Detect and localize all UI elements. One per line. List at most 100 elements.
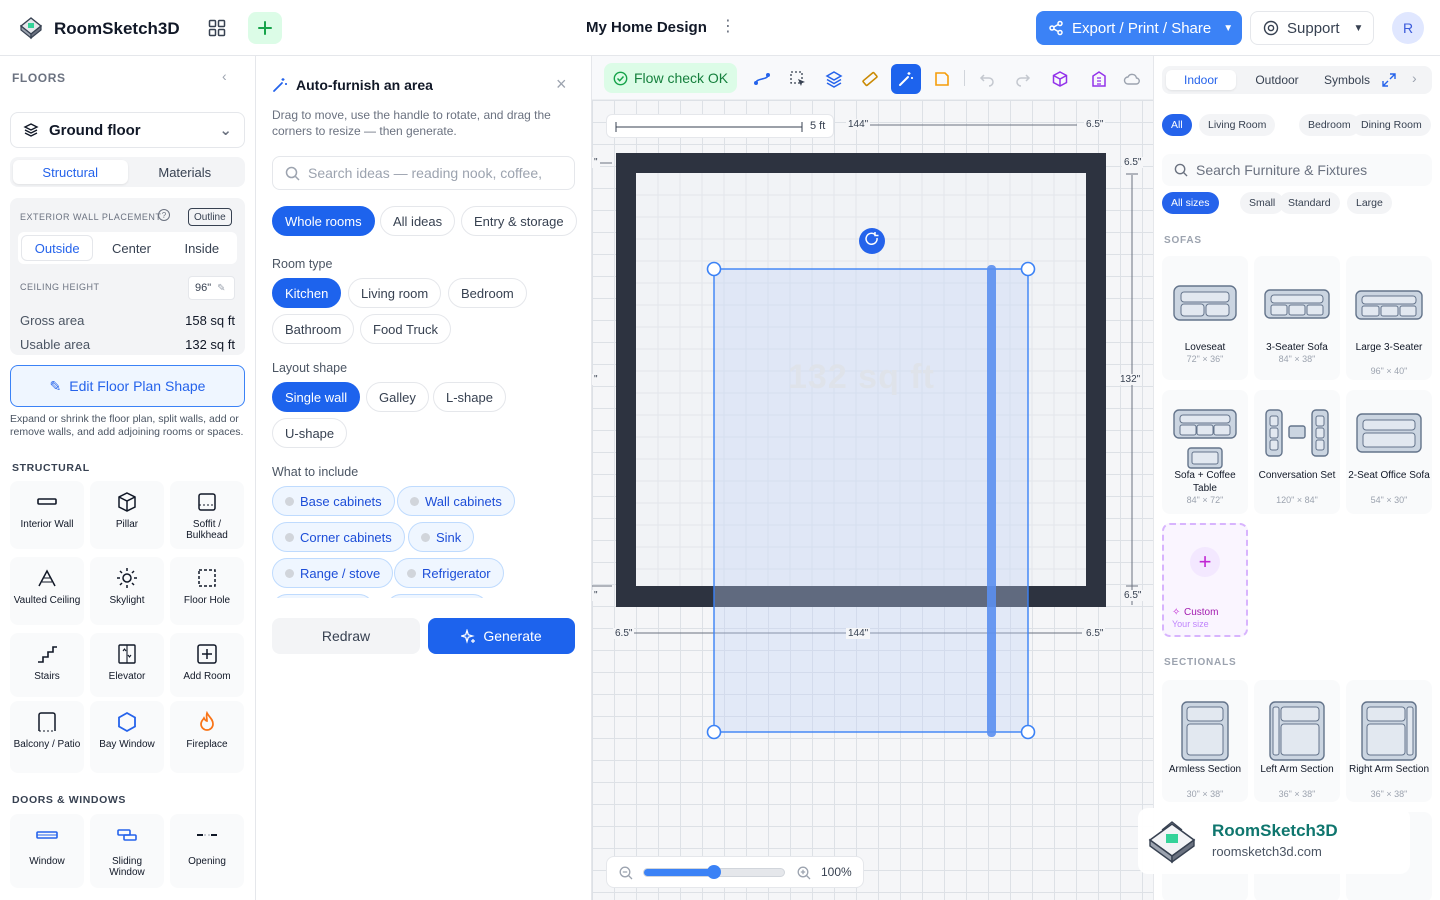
furniture-office-sofa[interactable]: 2-Seat Office Sofa 54" × 30" (1346, 390, 1432, 514)
zoom-slider-thumb[interactable] (707, 865, 721, 879)
document-title[interactable]: My Home Design (586, 19, 707, 36)
generate-button[interactable]: Generate (428, 618, 575, 654)
layout-galley[interactable]: Galley (366, 382, 429, 412)
floor-selector[interactable]: Ground floor ⌄ (10, 112, 245, 148)
furniture-sofa-coffee-table[interactable]: Sofa + Coffee Table 84" × 72" (1162, 390, 1248, 514)
layers-tool[interactable] (822, 67, 846, 91)
layout-single-wall[interactable]: Single wall (272, 382, 361, 412)
brand[interactable]: RoomSketch3D (18, 14, 180, 43)
select-tool[interactable] (786, 67, 810, 91)
tool-floor-hole[interactable]: Floor Hole (170, 557, 244, 625)
cloud-save-button[interactable] (1120, 67, 1144, 91)
furniture-right-arm-section[interactable]: Right Arm Section 36" × 38" (1346, 680, 1432, 802)
tool-stairs[interactable]: Stairs (10, 633, 84, 697)
room-type-food-truck[interactable]: Food Truck (360, 314, 452, 344)
new-design-button[interactable] (248, 12, 282, 44)
tab-structural[interactable]: Structural (13, 160, 128, 184)
chevron-right-icon[interactable]: › (1412, 70, 1417, 86)
tool-opening[interactable]: Opening (170, 814, 244, 888)
logo-icon (1148, 821, 1196, 864)
ceiling-height-input[interactable]: 96" ✎ (188, 276, 235, 300)
tab-outdoor[interactable]: Outdoor (1242, 70, 1312, 90)
tool-window[interactable]: Window (10, 814, 84, 888)
filter-entry-storage[interactable]: Entry & storage (461, 206, 577, 236)
tool-skylight[interactable]: Skylight (90, 557, 164, 625)
tool-elevator[interactable]: Elevator (90, 633, 164, 697)
tool-soffit[interactable]: Soffit / Bulkhead (170, 481, 244, 549)
room-type-kitchen[interactable]: Kitchen (272, 278, 342, 308)
route-tool[interactable] (750, 67, 774, 91)
placement-center[interactable]: Center (96, 232, 166, 264)
tool-interior-wall[interactable]: Interior Wall (10, 481, 84, 549)
edit-floor-plan-button[interactable]: ✎ Edit Floor Plan Shape (10, 365, 245, 407)
custom-size-button[interactable]: + ✧ Custom Your size (1162, 523, 1248, 637)
redo-button[interactable] (1011, 67, 1035, 91)
floor-plan-canvas[interactable]: Flow check OK 132 sq ft 5 ft 144" 6.5" 6… (592, 56, 1153, 900)
help-icon[interactable]: ? (158, 209, 170, 221)
ideas-search-input[interactable]: Search ideas — reading nook, coffee, (272, 156, 575, 190)
category-living-room[interactable]: Living Room (1199, 114, 1276, 136)
expand-icon[interactable] (1382, 73, 1396, 87)
placement-inside[interactable]: Inside (167, 232, 237, 264)
tool-sliding-window[interactable]: Sliding Window (90, 814, 164, 888)
size-small[interactable]: Small (1240, 192, 1285, 214)
hexagon-icon (118, 711, 136, 733)
tool-add-room[interactable]: Add Room (170, 633, 244, 697)
furniture-3-seater-sofa[interactable]: 3-Seater Sofa 84" × 38" (1254, 256, 1340, 380)
include-more[interactable] (386, 594, 488, 598)
include-refrigerator[interactable]: Refrigerator (394, 558, 504, 588)
tool-vaulted-ceiling[interactable]: Vaulted Ceiling (10, 557, 84, 625)
furniture-left-arm-section[interactable]: Left Arm Section 36" × 38" (1254, 680, 1340, 802)
layout-u-shape[interactable]: U-shape (272, 418, 348, 448)
building-view-button[interactable] (1087, 67, 1111, 91)
furniture-search-input[interactable]: Search Furniture & Fixtures (1162, 154, 1432, 186)
tab-materials[interactable]: Materials (128, 160, 243, 184)
include-base-cabinets[interactable]: Base cabinets (272, 486, 395, 516)
measure-tool[interactable] (858, 67, 882, 91)
include-wall-cabinets[interactable]: Wall cabinets (397, 486, 515, 516)
more-icon[interactable]: ⋮ (720, 16, 736, 36)
close-icon[interactable]: × (556, 74, 567, 95)
avatar[interactable]: R (1392, 12, 1424, 44)
tool-bay-window[interactable]: Bay Window (90, 701, 164, 773)
category-all[interactable]: All (1162, 114, 1192, 136)
collapse-left-icon[interactable]: ‹ (222, 68, 227, 84)
outline-badge[interactable]: Outline (188, 208, 232, 226)
export-button[interactable]: Export / Print / Share ▼ (1036, 11, 1242, 45)
flow-check-badge[interactable]: Flow check OK (604, 63, 738, 93)
furniture-conversation-set[interactable]: Conversation Set 120" × 84" (1254, 390, 1340, 514)
furniture-loveseat[interactable]: Loveseat 72" × 36" (1162, 256, 1248, 380)
room-type-living-room[interactable]: Living room (348, 278, 442, 308)
3d-view-button[interactable] (1048, 67, 1072, 91)
tab-symbols[interactable]: Symbols (1312, 70, 1382, 90)
include-sink[interactable]: Sink (408, 522, 475, 552)
room-type-bedroom[interactable]: Bedroom (448, 278, 527, 308)
auto-furnish-tool[interactable] (891, 64, 921, 94)
tool-balcony[interactable]: Balcony / Patio (10, 701, 84, 773)
redraw-button[interactable]: Redraw (272, 618, 420, 654)
furniture-large-3-seater[interactable]: Large 3-Seater 96" × 40" (1346, 256, 1432, 380)
dashboard-button[interactable] (200, 12, 234, 44)
tab-indoor[interactable]: Indoor (1166, 70, 1236, 90)
support-button[interactable]: Support ▼ (1250, 11, 1374, 45)
size-large[interactable]: Large (1347, 192, 1392, 214)
undo-button[interactable] (975, 67, 999, 91)
furniture-armless-section[interactable]: Armless Section 30" × 38" (1162, 680, 1248, 802)
tool-pillar[interactable]: Pillar (90, 481, 164, 549)
include-range-stove[interactable]: Range / stove (272, 558, 394, 588)
placement-outside[interactable]: Outside (21, 235, 94, 261)
category-dining-room[interactable]: Dining Room (1352, 114, 1431, 136)
filter-whole-rooms[interactable]: Whole rooms (272, 206, 375, 236)
notes-tool[interactable] (930, 67, 954, 91)
room-type-bathroom[interactable]: Bathroom (272, 314, 355, 344)
include-more[interactable] (272, 594, 374, 598)
tool-fireplace[interactable]: Fireplace (170, 701, 244, 773)
edit-floor-plan-description: Expand or shrink the floor plan, split w… (10, 413, 244, 438)
include-corner-cabinets[interactable]: Corner cabinets (272, 522, 405, 552)
size-all[interactable]: All sizes (1162, 192, 1219, 214)
filter-all-ideas[interactable]: All ideas (380, 206, 456, 236)
category-bedroom[interactable]: Bedroom (1299, 114, 1360, 136)
zoom-slider[interactable] (643, 865, 785, 879)
size-standard[interactable]: Standard (1279, 192, 1340, 214)
layout-l-shape[interactable]: L-shape (433, 382, 506, 412)
